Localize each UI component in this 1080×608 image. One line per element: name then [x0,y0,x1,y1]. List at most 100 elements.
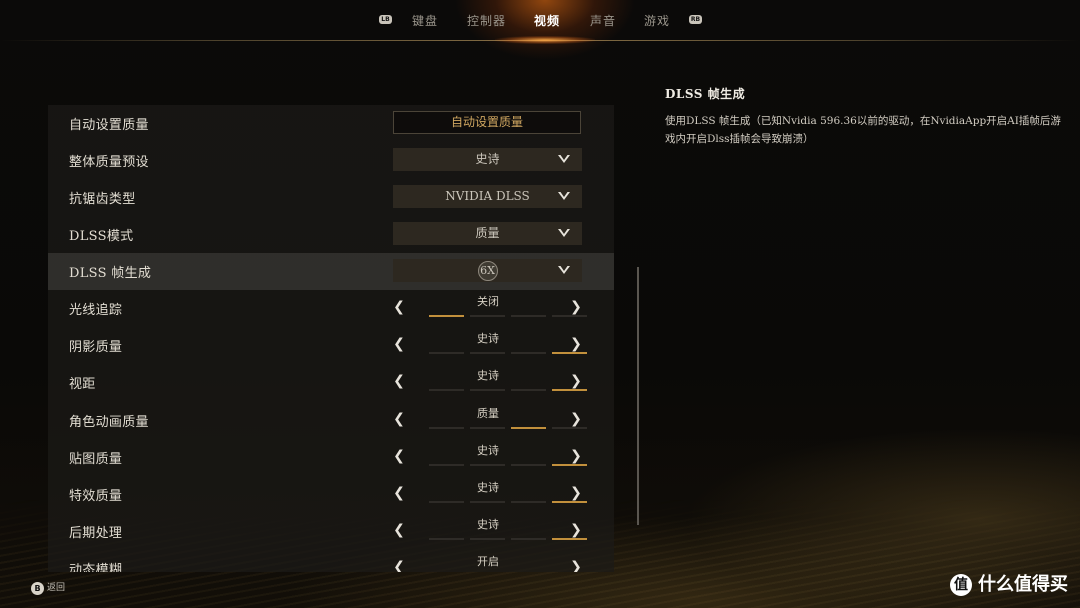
setting-label: 角色动画质量 [69,414,149,430]
scrollbar[interactable] [637,267,639,525]
arrow-left-icon[interactable]: ❮ [392,559,406,572]
stepper-value: 关闭 [477,295,499,308]
setting-label: 特效质量 [69,489,123,504]
arrow-right-icon[interactable]: ❯ [569,373,583,389]
setting-label: DLSS 帧生成 [69,266,152,281]
level-segment [470,501,505,503]
setting-row-stepper: 后期处理 ❮ 史诗 ❯ [48,513,614,550]
stepper-value: 史诗 [477,518,499,532]
setting-row-stepper: 贴图质量 ❮ 史诗 ❯ [48,439,614,476]
arrow-right-icon[interactable]: ❯ [569,299,583,315]
arrow-left-icon[interactable]: ❮ [392,448,406,464]
level-segment [429,501,464,503]
level-indicator [429,501,587,504]
arrow-left-icon[interactable]: ❮ [392,485,406,501]
tab-game[interactable]: 游戏 [644,12,670,29]
chevron-down-icon [558,266,570,274]
watermark-text: 什么值得买 [978,574,1068,595]
stepper-value: 史诗 [477,481,499,494]
level-indicator [429,426,587,430]
level-segment [511,352,546,355]
setting-label: 贴图质量 [69,451,123,467]
auto-quality-button[interactable]: 自动设置质量 [393,111,581,134]
settings-panel: 自动设置质量 自动设置质量 整体质量预设 史诗 抗锯齿类型 NVIDIA DLS… [48,105,614,572]
level-segment [429,389,464,392]
antialias-dropdown[interactable]: NVIDIA DLSS [393,185,582,208]
level-segment [470,315,505,317]
back-button[interactable]: B 返回 [31,581,65,595]
arrow-right-icon[interactable]: ❯ [569,522,583,538]
setting-row-stepper: 特效质量 ❮ 史诗 ❯ [48,476,614,513]
arrow-right-icon[interactable]: ❯ [569,411,583,427]
watermark-icon: 值 [950,574,972,596]
arrow-left-icon[interactable]: ❮ [392,373,406,389]
setting-label: 动态模糊 [69,563,123,572]
arrow-right-icon[interactable]: ❯ [569,485,583,501]
arrow-left-icon[interactable]: ❮ [392,411,406,427]
frame-gen-dropdown[interactable]: 6X [393,259,582,282]
setting-label: 光线追踪 [69,303,123,318]
stepper-value: 史诗 [477,369,499,383]
level-segment [552,426,587,429]
arrow-right-icon[interactable]: ❯ [569,336,583,352]
arrow-right-icon[interactable]: ❯ [569,559,583,572]
dropdown-value: 6X [477,261,498,281]
level-segment [552,463,587,466]
chevron-down-icon [558,155,570,163]
setting-label: 阴影质量 [69,340,123,356]
setting-row-stepper: 角色动画质量 ❮ 质量 ❯ [48,402,614,439]
info-description: 使用DLSS 帧生成（已知Nvidia 596.36以前的驱动，在NvidiaA… [665,115,1061,145]
level-segment [552,352,587,355]
tab-video[interactable]: 视频 [534,12,560,29]
setting-row-antialias: 抗锯齿类型 NVIDIA DLSS [48,179,614,216]
tab-keyboard[interactable]: 键盘 [412,12,438,29]
level-segment [511,426,546,429]
rb-bumper-icon[interactable]: RB [689,15,702,24]
level-segment [429,463,464,466]
chevron-down-icon [558,229,570,237]
arrow-right-icon[interactable]: ❯ [569,448,583,464]
preset-dropdown[interactable]: 史诗 [393,148,582,171]
dlss-mode-dropdown[interactable]: 质量 [393,222,582,245]
chevron-down-icon [558,192,570,200]
back-label: 返回 [47,583,66,593]
dropdown-value: 质量 [475,226,500,240]
level-indicator [429,315,587,318]
stepper-value: 史诗 [477,443,499,457]
active-tab-glow [495,36,595,44]
watermark-logo: 值什么值得买 [950,573,1068,597]
level-segment [552,315,587,317]
setting-row-stepper: 光线追踪 ❮ 关闭 ❯ [48,290,614,327]
arrow-left-icon[interactable]: ❮ [392,336,406,352]
setting-row-stepper: 动态模糊 ❮ 开启 ❯ [48,550,614,572]
setting-label: DLSS模式 [69,229,134,244]
level-segment [470,538,505,541]
arrow-left-icon[interactable]: ❮ [392,522,406,538]
level-segment [429,538,464,541]
level-segment [429,352,464,355]
setting-row-stepper: 阴影质量 ❮ 史诗 ❯ [48,327,614,364]
level-indicator [429,463,587,467]
stepper-value: 质量 [477,406,499,420]
setting-label: 抗锯齿类型 [69,192,136,207]
setting-row-frame-gen[interactable]: DLSS 帧生成 6X [48,253,614,290]
dropdown-value: NVIDIA DLSS [445,189,530,203]
setting-row-dlss-mode: DLSS模式 质量 [48,216,614,253]
setting-row-auto-quality: 自动设置质量 自动设置质量 [48,105,614,142]
level-segment [511,389,546,392]
level-indicator [429,389,587,392]
setting-row-preset: 整体质量预设 史诗 [48,142,614,179]
setting-label: 视距 [69,377,96,393]
info-title: DLSS 帧生成 [665,87,746,101]
setting-row-stepper: 视距 ❮ 史诗 ❯ [48,364,614,401]
b-button-icon: B [31,581,44,595]
arrow-left-icon[interactable]: ❮ [392,299,406,315]
stepper-value: 开启 [477,555,499,569]
level-segment [511,538,546,541]
tab-controller[interactable]: 控制器 [467,12,506,29]
stepper-value: 史诗 [477,332,499,346]
level-indicator [429,352,587,355]
tab-sound[interactable]: 声音 [590,12,616,29]
lb-bumper-icon[interactable]: LB [379,15,392,24]
level-segment [552,501,587,503]
